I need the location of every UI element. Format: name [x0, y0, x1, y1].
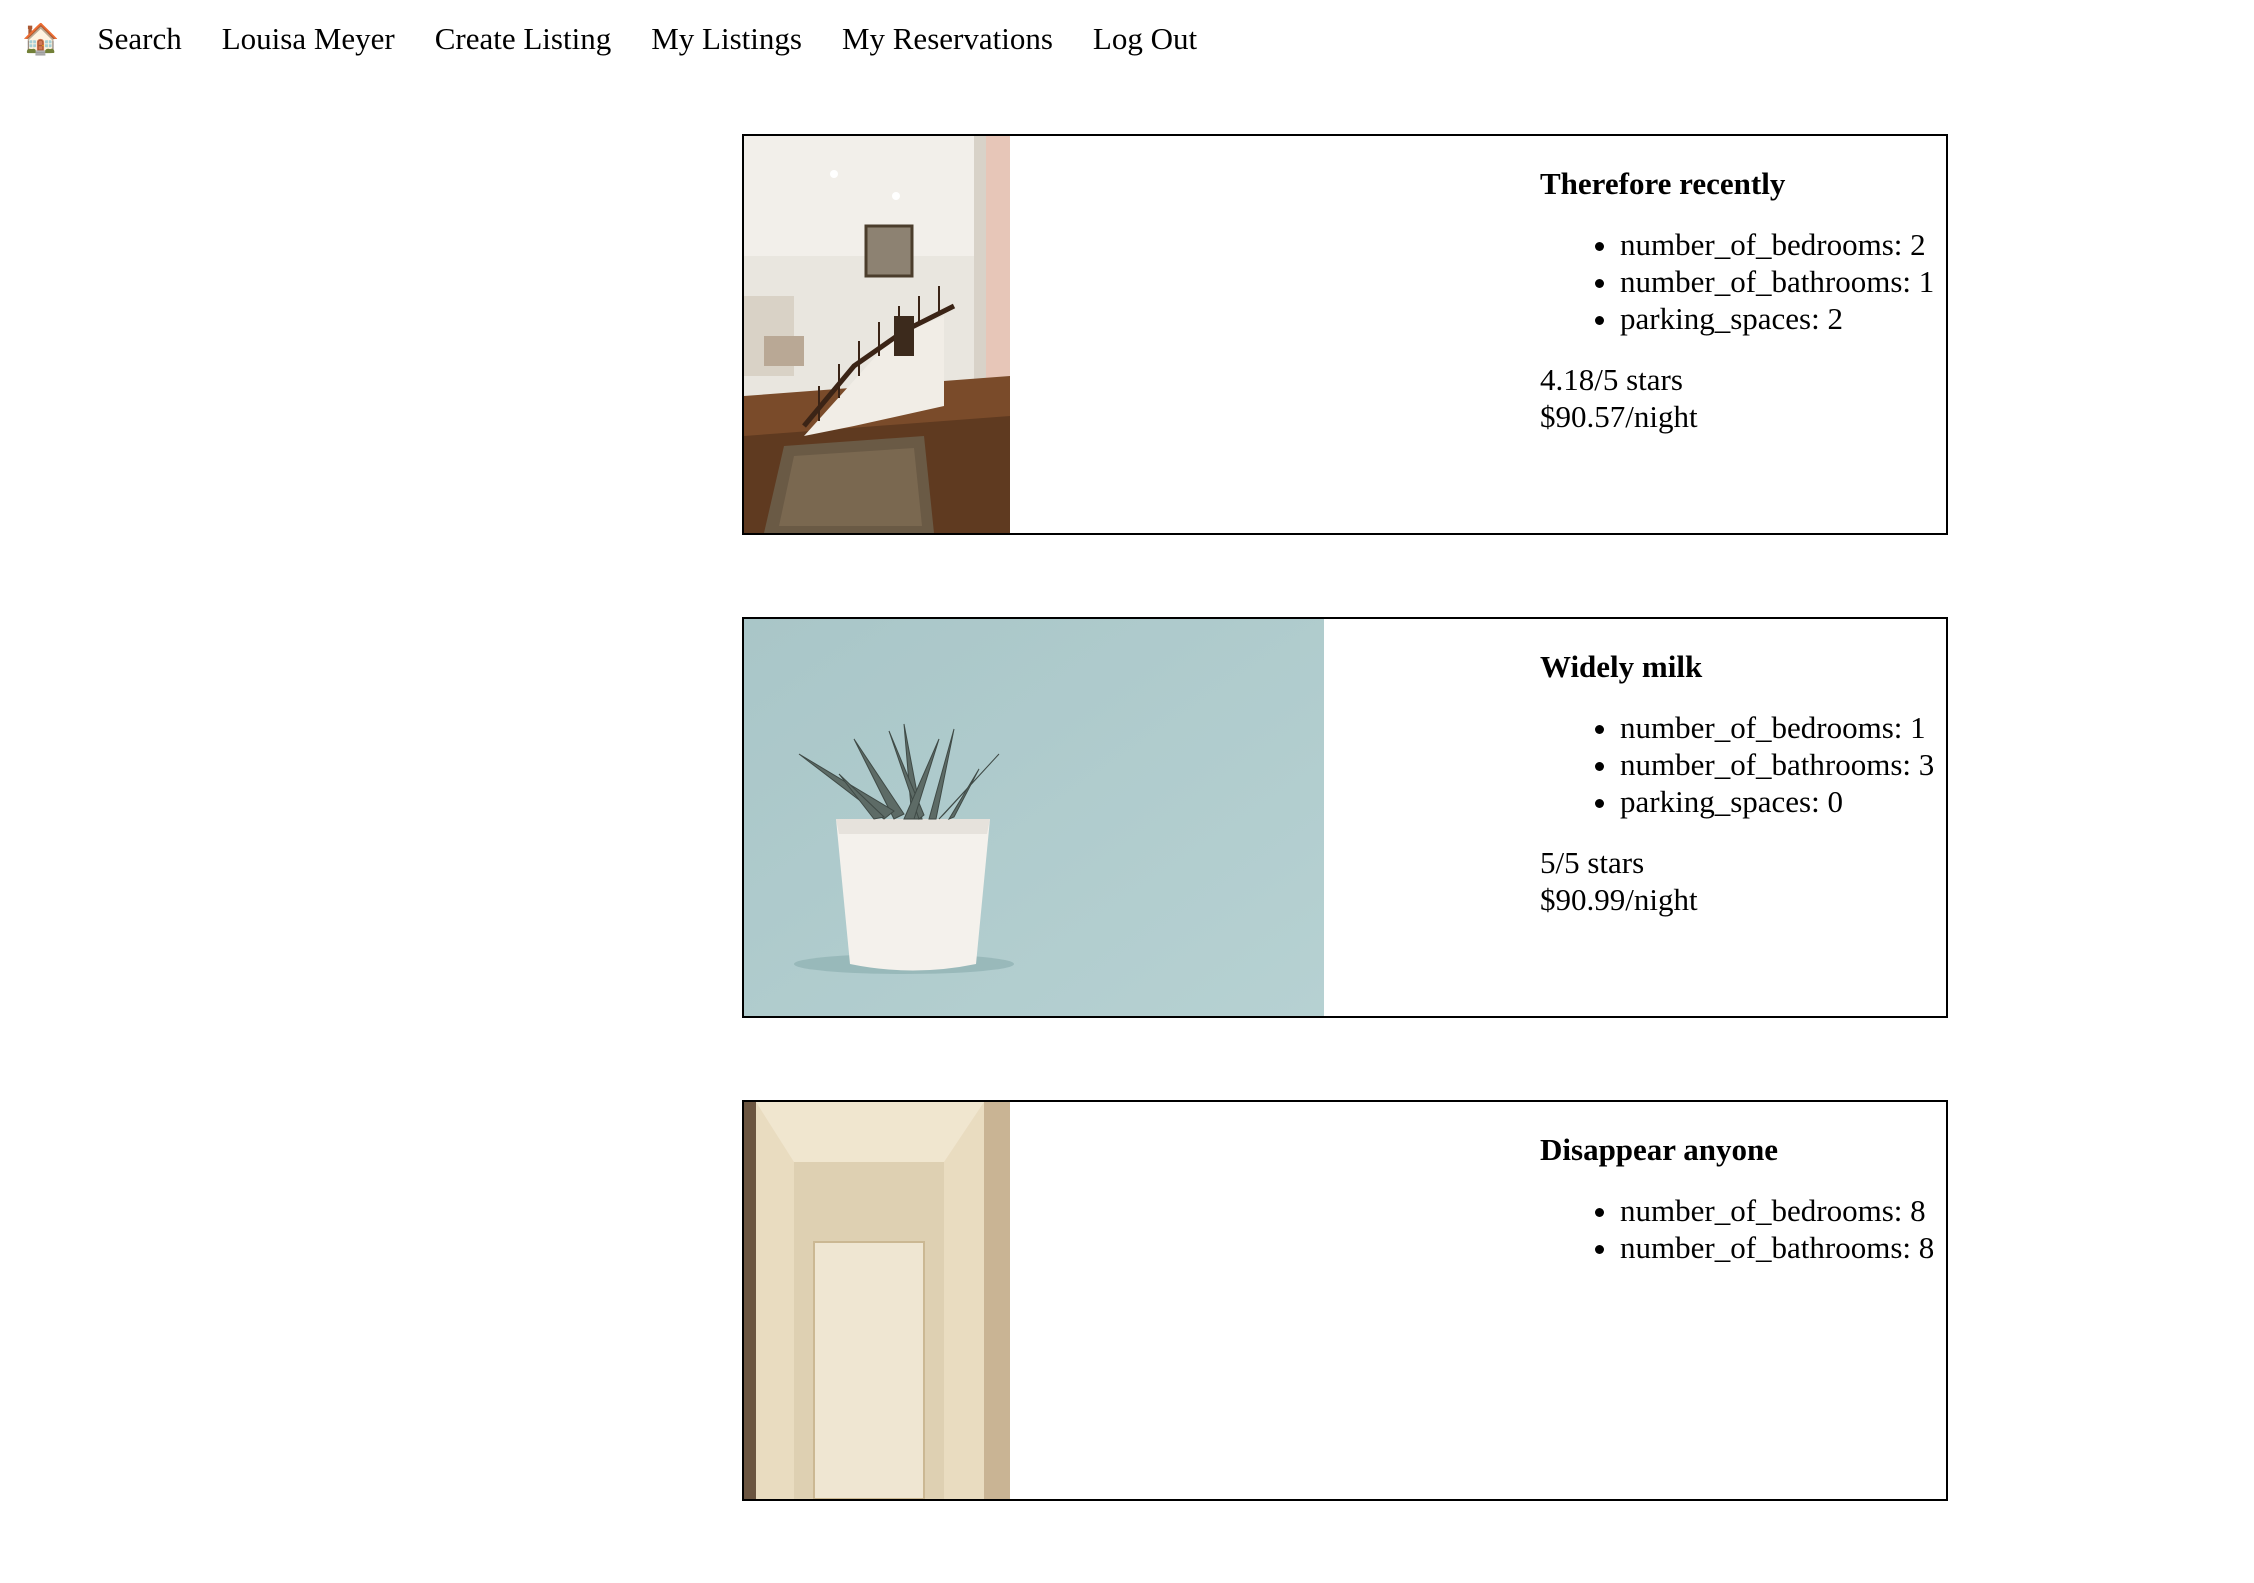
- feature-bedrooms: number_of_bedrooms: 8: [1620, 1192, 1946, 1229]
- hallway-ceiling-light-photo: [744, 1102, 1010, 1499]
- staircase-interior-photo: [744, 136, 1010, 533]
- listing-details: Widely milk number_of_bedrooms: 1 number…: [1540, 649, 1946, 918]
- nav-my-listings-link[interactable]: My Listings: [651, 21, 802, 57]
- nav-log-out-link[interactable]: Log Out: [1093, 21, 1197, 57]
- nav-user-profile-link[interactable]: Louisa Meyer: [222, 21, 395, 57]
- feature-bathrooms: number_of_bathrooms: 1: [1620, 263, 1946, 300]
- listing-features-list: number_of_bedrooms: 2 number_of_bathroom…: [1540, 226, 1946, 337]
- listing-title[interactable]: Widely milk: [1540, 649, 1946, 685]
- listing-price: $90.99/night: [1540, 882, 1698, 917]
- listing-rating: 4.18/5 stars: [1540, 362, 1683, 397]
- listing-features-list: number_of_bedrooms: 8 number_of_bathroom…: [1540, 1192, 1946, 1266]
- listing-title[interactable]: Therefore recently: [1540, 166, 1946, 202]
- feature-parking: parking_spaces: 0: [1620, 783, 1946, 820]
- nav-my-reservations-link[interactable]: My Reservations: [842, 21, 1053, 57]
- feature-bathrooms: number_of_bathrooms: 3: [1620, 746, 1946, 783]
- listing-features-list: number_of_bedrooms: 1 number_of_bathroom…: [1540, 709, 1946, 820]
- feature-bedrooms: number_of_bedrooms: 1: [1620, 709, 1946, 746]
- listing-price: $90.57/night: [1540, 399, 1698, 434]
- nav-search-link[interactable]: Search: [97, 21, 181, 57]
- feature-parking: parking_spaces: 2: [1620, 300, 1946, 337]
- listing-card[interactable]: Widely milk number_of_bedrooms: 1 number…: [742, 617, 1948, 1018]
- top-nav: 🏠 Search Louisa Meyer Create Listing My …: [0, 0, 1237, 78]
- nav-create-listing-link[interactable]: Create Listing: [435, 21, 611, 57]
- listing-rating: 5/5 stars: [1540, 845, 1645, 880]
- listing-card[interactable]: Therefore recently number_of_bedrooms: 2…: [742, 134, 1948, 535]
- listing-details: Therefore recently number_of_bedrooms: 2…: [1540, 166, 1946, 435]
- feature-bedrooms: number_of_bedrooms: 2: [1620, 226, 1946, 263]
- house-icon[interactable]: 🏠: [22, 22, 59, 57]
- listing-card[interactable]: Disappear anyone number_of_bedrooms: 8 n…: [742, 1100, 1948, 1501]
- feature-bathrooms: number_of_bathrooms: 8: [1620, 1229, 1946, 1266]
- listing-title[interactable]: Disappear anyone: [1540, 1132, 1946, 1168]
- listing-details: Disappear anyone number_of_bedrooms: 8 n…: [1540, 1132, 1946, 1290]
- potted-succulent-photo: [744, 619, 1324, 1016]
- listings-list: Therefore recently number_of_bedrooms: 2…: [742, 134, 1948, 1583]
